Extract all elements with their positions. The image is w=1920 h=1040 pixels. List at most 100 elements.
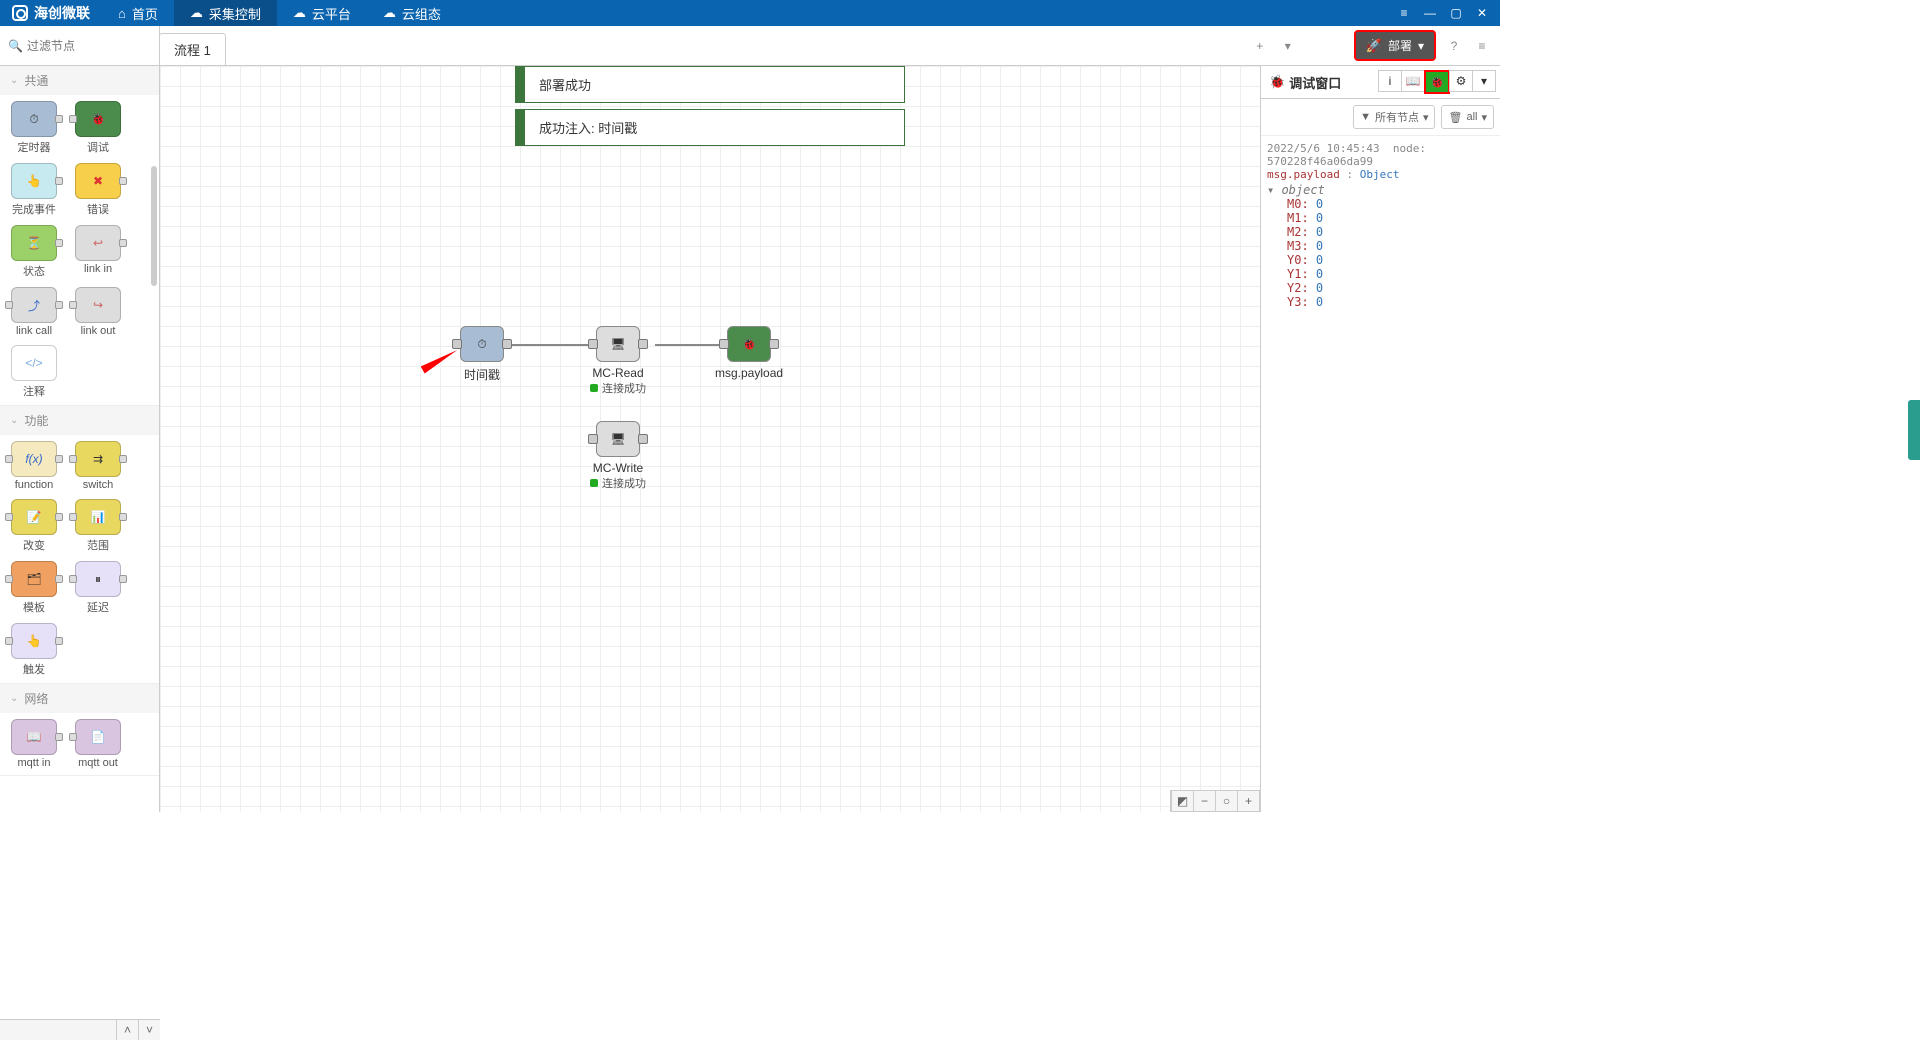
tab-help[interactable]: 📖 — [1401, 70, 1425, 92]
trigger-icon: 👆 — [27, 634, 42, 648]
deploy-button[interactable]: 🚀 部署 ▾ — [1354, 30, 1436, 61]
debug-entry: Y3: 0 — [1267, 295, 1494, 309]
palette-section-common[interactable]: 共通 — [0, 66, 159, 95]
node-palette: 共通 ⏱定时器 🐞调试 👆完成事件 ✖错误 ⏳状态 ↩link in ⤴link… — [0, 66, 160, 812]
chevron-down-icon: ▾ — [1481, 74, 1487, 88]
flow-node-mcwrite[interactable]: 🖥 MC-Write 连接成功 — [590, 421, 646, 491]
flow-node-inject[interactable]: ⏱ 时间戳 — [460, 326, 504, 383]
zoom-in-button[interactable]: + — [1237, 791, 1259, 811]
main-menu-button[interactable]: ≡ — [1472, 36, 1492, 56]
editor-header: 🔍 流程 1 + ▾ 🚀 部署 ▾ ? ≡ — [0, 26, 1500, 66]
right-rail-handle[interactable] — [1908, 400, 1920, 460]
debug-output: 2022/5/6 10:45:43 node: 570228f46a06da99… — [1261, 136, 1500, 812]
palette-status[interactable]: ⏳状态 — [6, 225, 62, 279]
palette-trigger[interactable]: 👆触发 — [6, 623, 62, 677]
mcwrite-label: MC-Write — [590, 461, 646, 475]
menu-home[interactable]: ⌂ 首页 — [102, 0, 174, 26]
palette-debug[interactable]: 🐞调试 — [70, 101, 126, 155]
inject-label: 时间戳 — [460, 366, 504, 383]
linkcall-icon: ⤴ — [28, 297, 40, 314]
palette-linkout[interactable]: ↪link out — [70, 287, 126, 337]
filter-nodes[interactable]: ▼ 所有节点 ▾ — [1353, 105, 1435, 129]
palette-template[interactable]: 🗂模板 — [6, 561, 62, 615]
cloud-sync-icon: ☁ — [190, 5, 203, 21]
search-input[interactable] — [27, 39, 151, 53]
delay-icon: ⏸ — [95, 572, 101, 587]
debug-entries: M0: 0M1: 0M2: 0M3: 0Y0: 0Y1: 0Y2: 0Y3: 0 — [1267, 197, 1494, 309]
menu-collect-label: 采集控制 — [209, 4, 261, 23]
palette-range[interactable]: 📊范围 — [70, 499, 126, 553]
palette-mqttin[interactable]: 📖mqtt in — [6, 719, 62, 769]
palette-change[interactable]: 📝改变 — [6, 499, 62, 553]
flow-node-debug[interactable]: 🐞 msg.payload — [715, 326, 783, 380]
add-tab-button[interactable]: + — [1250, 36, 1270, 56]
mcwrite-status: 连接成功 — [590, 475, 646, 491]
canvas-footer: ◩ − ○ + — [1170, 790, 1260, 812]
tab-info[interactable]: i — [1378, 70, 1402, 92]
debug-entry: M2: 0 — [1267, 225, 1494, 239]
mqtt-icon: 📖 — [27, 730, 42, 744]
mcread-label: MC-Read — [590, 366, 646, 380]
menu-icon[interactable]: ≡ — [1392, 3, 1416, 23]
zoom-out-button[interactable]: − — [1193, 791, 1215, 811]
palette-linkin[interactable]: ↩link in — [70, 225, 126, 279]
mcread-status: 连接成功 — [590, 380, 646, 396]
menu-config-label: 云组态 — [402, 4, 441, 23]
cloud-icon: ☁ — [293, 5, 306, 21]
chevron-down-icon: ▾ — [1418, 39, 1424, 53]
debug-entry: M0: 0 — [1267, 197, 1494, 211]
tab-menu-button[interactable]: ▾ — [1278, 36, 1298, 56]
filter-clear[interactable]: 🗑all ▾ — [1441, 105, 1494, 129]
gear-icon: ⚙ — [1456, 74, 1467, 88]
debug-label: msg.payload — [715, 366, 783, 380]
palette-complete[interactable]: 👆完成事件 — [6, 163, 62, 217]
notif-inject: 成功注入: 时间戳 — [515, 109, 905, 146]
debug-object-toggle[interactable]: ▾ object — [1267, 183, 1494, 197]
tab-config[interactable]: ⚙ — [1449, 70, 1473, 92]
brand-icon — [12, 5, 28, 21]
palette-timer[interactable]: ⏱定时器 — [6, 101, 62, 155]
palette-linkcall[interactable]: ⤴link call — [6, 287, 62, 337]
mqtt-icon: 📄 — [91, 730, 106, 744]
flow-canvas[interactable]: 部署成功 成功注入: 时间戳 ⏱ 时间戳 🖥 MC-Read 连接成功 🐞 ms… — [160, 66, 1260, 812]
palette-error[interactable]: ✖错误 — [70, 163, 126, 217]
minimize-button[interactable]: — — [1418, 3, 1442, 23]
error-icon: ✖ — [93, 174, 103, 188]
palette-delay[interactable]: ⏸延迟 — [70, 561, 126, 615]
home-icon: ⌂ — [118, 6, 126, 21]
brand-text: 海创微联 — [34, 3, 90, 23]
palette-comment[interactable]: </>注释 — [6, 345, 62, 399]
trash-icon: 🗑 — [1448, 111, 1462, 124]
sidebar-title: 🐞 调试窗口 — [1265, 73, 1345, 92]
menu-config[interactable]: ☁ 云组态 — [367, 0, 457, 26]
palette-scrollbar[interactable] — [151, 166, 157, 286]
device-icon: 🖥 — [610, 432, 625, 446]
palette-function[interactable]: f(x)function — [6, 441, 62, 491]
menu-home-label: 首页 — [132, 4, 158, 23]
palette-collapse-up[interactable]: ˄ — [116, 1020, 138, 1040]
palette-section-function[interactable]: 功能 — [0, 406, 159, 435]
palette-search: 🔍 — [0, 26, 160, 65]
palette-switch[interactable]: ⇉switch — [70, 441, 126, 491]
help-button[interactable]: ? — [1444, 36, 1464, 56]
zoom-reset-button[interactable]: ○ — [1215, 791, 1237, 811]
menu-cloud[interactable]: ☁ 云平台 — [277, 0, 367, 26]
palette-mqttout[interactable]: 📄mqtt out — [70, 719, 126, 769]
navigator-button[interactable]: ◩ — [1171, 791, 1193, 811]
debug-entry: Y2: 0 — [1267, 281, 1494, 295]
tab-more[interactable]: ▾ — [1472, 70, 1496, 92]
header-right: + ▾ 🚀 部署 ▾ ? ≡ — [1250, 30, 1492, 61]
debug-meta: 2022/5/6 10:45:43 node: 570228f46a06da99 — [1267, 142, 1494, 168]
flow-node-mcread[interactable]: 🖥 MC-Read 连接成功 — [590, 326, 646, 396]
comment-icon: </> — [25, 356, 42, 370]
menu-collect[interactable]: ☁ 采集控制 — [174, 0, 277, 26]
brand: 海创微联 — [0, 3, 102, 23]
tab-debug[interactable]: 🐞 — [1424, 70, 1450, 94]
close-button[interactable]: ✕ — [1470, 3, 1494, 23]
annotation-arrow — [421, 347, 460, 374]
palette-section-network[interactable]: 网络 — [0, 684, 159, 713]
maximize-button[interactable]: ▢ — [1444, 3, 1468, 23]
fx-icon: f(x) — [25, 452, 42, 466]
palette-collapse-down[interactable]: ˅ — [138, 1020, 160, 1040]
tab-flow1[interactable]: 流程 1 — [159, 33, 226, 65]
